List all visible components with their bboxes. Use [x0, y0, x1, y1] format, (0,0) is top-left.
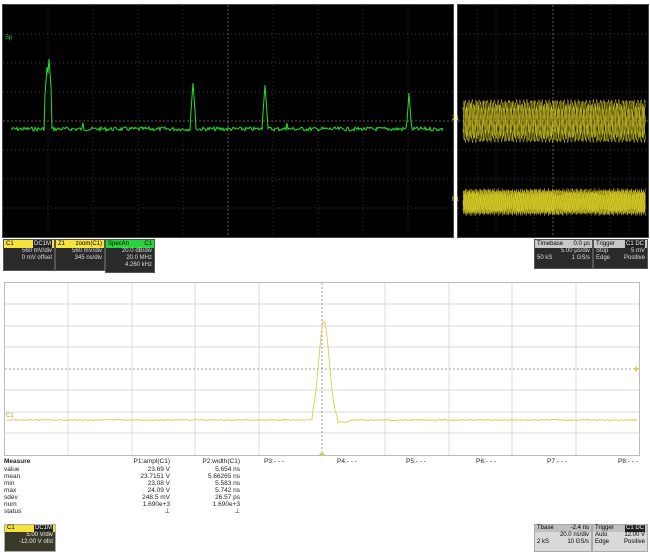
- p7-header[interactable]: P7:- - -: [547, 458, 567, 465]
- measure-row: sdev 248.5 mV 26.57 ps: [4, 494, 644, 501]
- timebase-rate: 1 GS/s: [571, 255, 590, 261]
- channel-c1-tile[interactable]: C1 DC1M 560 mV/div 0 mV offset: [3, 239, 55, 271]
- bottom-waveform-grid: C1: [4, 282, 640, 456]
- trigger-type: Edge: [596, 255, 611, 261]
- zoom-waveform-bottom: [462, 187, 646, 216]
- p1-status: ⊥: [164, 508, 170, 515]
- trigger-type: Edge: [595, 539, 610, 545]
- tile-name: C1: [6, 241, 14, 247]
- p2-header[interactable]: P2:width(C1): [174, 458, 240, 465]
- p2-status: ⊥: [234, 508, 240, 515]
- measure-row: mean 23.7151 V 5.66265 ns: [4, 473, 644, 480]
- trigger-tag: C1 DC: [624, 240, 645, 248]
- tile-line: 5.00 V/div: [26, 532, 53, 538]
- p6-header[interactable]: P6:- - -: [476, 458, 496, 465]
- spectrum-grid: [3, 5, 453, 237]
- trigger-title: Trigger: [596, 241, 615, 247]
- bottom-c1-tile[interactable]: C1 DC1M 5.00 V/div -12.00 V ofst: [4, 524, 56, 552]
- measure-header-row: Measure P1:ampl(C1) P2:width(C1) P3:- - …: [4, 458, 644, 465]
- trigger-level: 5 mV: [630, 248, 645, 254]
- bottom-channel-label: C1: [6, 413, 14, 419]
- tile-tag: zoom(C1): [75, 241, 102, 247]
- p1-header[interactable]: P1:ampl(C1): [104, 458, 170, 465]
- spectrum-marker-label: Sp: [5, 35, 13, 41]
- tbase-rate: 10 GS/s: [567, 539, 589, 545]
- row-label: status: [4, 508, 22, 515]
- tbase-samples: 2 kS: [537, 539, 550, 545]
- p3-header[interactable]: P3:- - -: [264, 458, 284, 465]
- measure-row: min 23.08 V 5.583 ns: [4, 480, 644, 487]
- timebase-line1: 5.00 µs/div: [560, 248, 590, 254]
- tile-line: 345 ns/div: [74, 255, 102, 261]
- trigger-slope: Positive: [623, 255, 645, 261]
- timebase-tile[interactable]: Timebase 0.0 µs 5.00 µs/div 50 kS 1 GS/s: [534, 239, 593, 269]
- p4-header[interactable]: P4:- - -: [337, 458, 357, 465]
- trigger-tile[interactable]: Trigger C1 DC Stop 5 mV Edge Positive: [593, 239, 648, 269]
- zoom-bottom-trace-label: F1: [452, 197, 460, 203]
- tile-name: Z1: [58, 241, 66, 247]
- bottom-trigger-tile[interactable]: Trigger C1 DC Auto 12.00 V Edge Positive: [592, 524, 648, 552]
- tile-line: 0 mV offset: [21, 255, 52, 261]
- tile-line: 20.0 dB/div: [121, 248, 152, 254]
- top-oscilloscope-screenshot: Sp Z1 F1 C1 DC1M 560 mV/div 0 mV offset …: [0, 0, 650, 273]
- zoom-top-trace-label: Z1: [452, 116, 460, 122]
- spectrum-trace: [10, 58, 444, 133]
- trigger-time-marker: [319, 451, 325, 455]
- zoom-z1-tile[interactable]: Z1 zoom(C1) 560 mV/div 345 ns/div: [55, 239, 105, 271]
- measurement-table: Measure P1:ampl(C1) P2:width(C1) P3:- - …: [4, 458, 644, 530]
- trigger-title: Trigger: [595, 525, 614, 531]
- timebase-samples: 50 kS: [537, 255, 553, 261]
- trigger-level: 12.00 V: [624, 532, 645, 538]
- measure-row: status ⊥ ⊥: [4, 508, 644, 515]
- trigger-mode: Auto: [595, 532, 608, 538]
- measure-row: value 23.69 V 5.654 ns: [4, 466, 644, 473]
- zoom-grid: [458, 5, 648, 237]
- trigger-tag: C1 DC: [624, 525, 645, 532]
- timebase-value: 0.0 µs: [573, 241, 590, 247]
- tile-line: 4.260 kHz: [124, 262, 152, 268]
- measure-row: max 24.09 V 5.742 ns: [4, 487, 644, 494]
- tile-line: 560 mV/div: [21, 248, 52, 254]
- tile-tag: C1: [144, 241, 152, 247]
- trigger-slope: Positive: [623, 539, 645, 545]
- tile-name: C1: [7, 525, 15, 531]
- zoom-grid-panel: Z1 F1: [452, 4, 649, 238]
- p5-header[interactable]: P5:- - -: [406, 458, 426, 465]
- trigger-level-marker: [635, 366, 639, 372]
- tile-tag: DC1M: [32, 240, 52, 248]
- spectrum-grid-panel: Sp: [2, 4, 454, 238]
- tbase-line1: 20.0 ns/div: [559, 532, 589, 538]
- p8-header[interactable]: P8:- - -: [618, 458, 638, 465]
- timebase-title: Timebase: [537, 241, 564, 247]
- measure-header: Measure: [4, 458, 31, 465]
- tile-line: -12.00 V ofst: [18, 539, 53, 545]
- tile-tag: DC1M: [33, 525, 53, 532]
- specan-tile[interactable]: SpecAn C1 20.0 dB/div 20.0 MHz 4.260 kHz: [105, 239, 155, 273]
- tile-name: SpecAn: [108, 241, 130, 247]
- tbase-title: Tbase: [537, 525, 554, 531]
- tbase-value: -2.4 ns: [570, 525, 589, 531]
- bottom-tbase-tile[interactable]: Tbase -2.4 ns 20.0 ns/div 2 kS 10 GS/s: [534, 524, 592, 552]
- bottom-grid: [5, 283, 639, 455]
- trigger-mode: Stop: [596, 248, 609, 254]
- tile-line: 20.0 MHz: [126, 255, 152, 261]
- measure-row: num 1.690e+3 1.690e+3: [4, 501, 644, 508]
- tile-line: 560 mV/div: [71, 248, 102, 254]
